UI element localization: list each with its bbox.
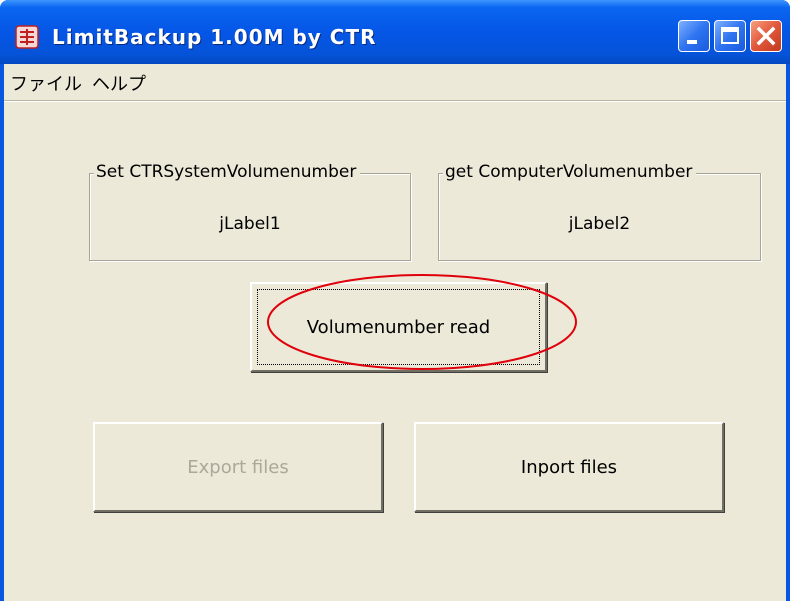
focus-ring — [257, 289, 540, 365]
menu-file[interactable]: ファイル — [10, 70, 82, 96]
jlabel2: jLabel2 — [568, 214, 631, 234]
window-title: LimitBackup 1.00M by CTR — [52, 25, 377, 49]
menu-help[interactable]: ヘルプ — [92, 70, 146, 96]
get-volumenumber-group: get ComputerVolumenumber jLabel2 — [438, 162, 761, 261]
client-area: ファイル ヘルプ Set CTRSystemVolumenumber jLabe… — [4, 64, 786, 601]
import-files-button[interactable]: Inport files — [414, 422, 724, 512]
close-button[interactable] — [750, 20, 782, 52]
window-controls — [678, 20, 782, 54]
export-files-button[interactable]: Export files — [93, 422, 383, 512]
set-volumenumber-group: Set CTRSystemVolumenumber jLabel1 — [89, 162, 411, 261]
minimize-icon — [687, 40, 697, 44]
menu-bar: ファイル ヘルプ — [4, 64, 786, 101]
app-window: LimitBackup 1.00M by CTR ファイル ヘルプ Set CT… — [0, 0, 790, 601]
jlabel1: jLabel1 — [219, 214, 281, 234]
export-files-label: Export files — [187, 456, 289, 478]
app-icon — [15, 25, 39, 49]
import-files-label: Inport files — [520, 456, 618, 478]
close-icon — [756, 26, 776, 46]
volumenumber-read-button[interactable]: Volumenumber read — [250, 282, 547, 372]
get-volumenumber-legend: get ComputerVolumenumber — [443, 162, 697, 182]
set-volumenumber-legend: Set CTRSystemVolumenumber — [94, 162, 361, 182]
maximize-icon — [721, 27, 739, 44]
minimize-button[interactable] — [678, 20, 710, 52]
title-bar[interactable]: LimitBackup 1.00M by CTR — [0, 0, 790, 64]
maximize-button[interactable] — [714, 20, 746, 52]
